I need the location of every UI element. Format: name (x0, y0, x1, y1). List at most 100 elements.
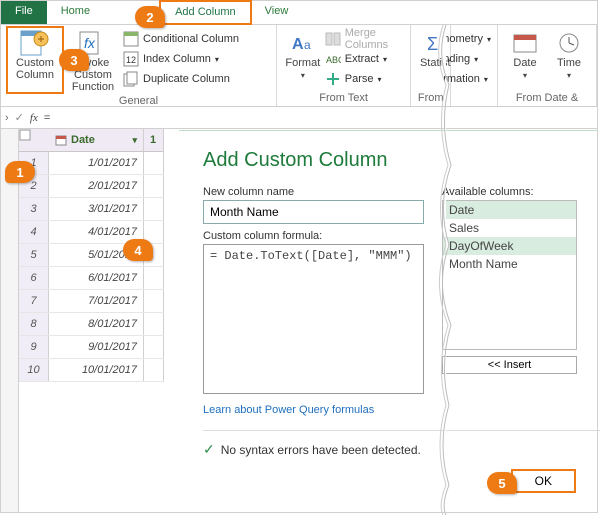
table-row[interactable]: 77/01/2017 (19, 290, 164, 313)
filter-icon[interactable]: ▾ (132, 135, 137, 146)
conditional-label: Conditional Column (143, 33, 239, 45)
new-column-name-input[interactable] (203, 200, 424, 224)
table-row[interactable]: 33/01/2017 (19, 198, 164, 221)
callout-1: 1 (5, 161, 35, 183)
custom-column-label: Custom Column (16, 57, 54, 81)
list-item[interactable]: Sales (443, 219, 576, 237)
row-number: 5 (19, 244, 49, 266)
cell-date[interactable]: 10/01/2017 (49, 359, 144, 381)
dropdown-icon: ▾ (215, 55, 219, 64)
formula-input[interactable]: = Date.ToText([Date], "MMM") (203, 244, 424, 394)
dialog-title: Add Custom Column (203, 149, 597, 172)
conditional-icon (123, 31, 139, 47)
svg-text:a: a (304, 38, 311, 52)
extract-icon: ABC (325, 51, 341, 67)
learn-link[interactable]: Learn about Power Query formulas (203, 404, 374, 416)
duplicate-column-button[interactable]: Duplicate Column (123, 69, 239, 89)
row-number: 4 (19, 221, 49, 243)
group-from-text-label: From Text (283, 90, 404, 106)
formula-label: Custom column formula: (203, 230, 424, 242)
fx-icon: fx (30, 112, 38, 124)
custom-column-button[interactable]: Custom Column (7, 27, 63, 93)
table-row[interactable]: 11/01/2017 (19, 152, 164, 175)
custom-column-icon (19, 29, 51, 57)
group-general-label: General (7, 93, 270, 109)
cell-date[interactable]: 2/01/2017 (49, 175, 144, 197)
add-custom-column-dialog: Add Custom Column New column name Custom… (179, 130, 597, 512)
column-header-date[interactable]: Date ▾ (49, 129, 144, 151)
table-row[interactable]: 66/01/2017 (19, 267, 164, 290)
index-column-button[interactable]: 12 Index Column ▾ (123, 49, 239, 69)
merge-columns-button[interactable]: Merge Columns (325, 29, 404, 49)
row-number: 3 (19, 198, 49, 220)
cell[interactable] (144, 290, 164, 312)
cell[interactable] (144, 198, 164, 220)
parse-label: Parse (345, 73, 374, 85)
date-icon (509, 29, 541, 57)
parse-button[interactable]: Parse ▾ (325, 69, 404, 89)
row-number: 6 (19, 267, 49, 289)
time-icon (553, 29, 585, 57)
tab-home[interactable]: Home (47, 1, 104, 24)
tab-view[interactable]: View (251, 1, 303, 24)
dropdown-icon: ▾ (383, 55, 387, 64)
date-button[interactable]: Date▾ (504, 27, 546, 82)
merge-label: Merge Columns (345, 27, 404, 51)
status-text: No syntax errors have been detected. (221, 443, 421, 457)
tab-file[interactable]: File (1, 1, 47, 24)
column-header-2[interactable]: 1 (144, 129, 164, 151)
tab-add-column[interactable]: Add Column (160, 1, 251, 24)
ok-button[interactable]: OK (512, 470, 575, 492)
parse-icon (325, 71, 341, 87)
cell-date[interactable]: 9/01/2017 (49, 336, 144, 358)
duplicate-label: Duplicate Column (143, 73, 230, 85)
table-row[interactable]: 99/01/2017 (19, 336, 164, 359)
row-number: 10 (19, 359, 49, 381)
format-icon: Aa (287, 29, 319, 57)
expand-icon[interactable]: › (5, 112, 9, 124)
grid-corner[interactable] (19, 129, 49, 151)
extract-label: Extract (345, 53, 379, 65)
trig-button[interactable]: nometry▾ (443, 29, 491, 49)
format-button[interactable]: Aa Format ▾ (283, 27, 323, 89)
format-label: Format (285, 57, 320, 69)
insert-button[interactable]: << Insert (442, 356, 577, 374)
svg-text:ABC: ABC (326, 55, 341, 65)
table-row[interactable]: 88/01/2017 (19, 313, 164, 336)
rounding-button[interactable]: nding▾ (443, 49, 491, 69)
list-item[interactable]: Date (443, 201, 576, 219)
row-number: 9 (19, 336, 49, 358)
cell-date[interactable]: 1/01/2017 (49, 152, 144, 174)
list-item[interactable]: Month Name (443, 255, 576, 273)
cell[interactable] (144, 175, 164, 197)
conditional-column-button[interactable]: Conditional Column (123, 29, 239, 49)
list-item[interactable]: DayOfWeek (443, 237, 576, 255)
available-columns-label: Available columns: (442, 186, 577, 198)
callout-4: 4 (123, 239, 153, 261)
cell[interactable] (144, 359, 164, 381)
queries-pane-collapsed[interactable] (1, 129, 19, 512)
table-row[interactable]: 22/01/2017 (19, 175, 164, 198)
check-icon: ✓ (203, 441, 215, 458)
group-from-dt-label: From Date & (504, 90, 590, 106)
check-icon[interactable]: ✓ (15, 111, 24, 124)
extract-button[interactable]: ABC Extract ▾ (325, 49, 404, 69)
cell-date[interactable]: 8/01/2017 (49, 313, 144, 335)
data-grid: Date ▾ 1 11/01/201722/01/201733/01/20174… (19, 129, 164, 512)
duplicate-icon (123, 71, 139, 87)
information-button[interactable]: rmation▾ (443, 69, 491, 89)
cell[interactable] (144, 267, 164, 289)
svg-text:12: 12 (126, 55, 136, 65)
cell[interactable] (144, 336, 164, 358)
cell[interactable] (144, 313, 164, 335)
cell-date[interactable]: 3/01/2017 (49, 198, 144, 220)
available-columns-list[interactable]: Date Sales DayOfWeek Month Name (442, 200, 577, 350)
cell-date[interactable]: 7/01/2017 (49, 290, 144, 312)
time-button[interactable]: Time▾ (548, 27, 590, 82)
dropdown-icon: ▾ (378, 75, 382, 84)
cell[interactable] (144, 152, 164, 174)
dropdown-icon: ▾ (301, 71, 305, 80)
table-row[interactable]: 1010/01/2017 (19, 359, 164, 382)
formula-text: = (44, 112, 50, 124)
cell-date[interactable]: 6/01/2017 (49, 267, 144, 289)
